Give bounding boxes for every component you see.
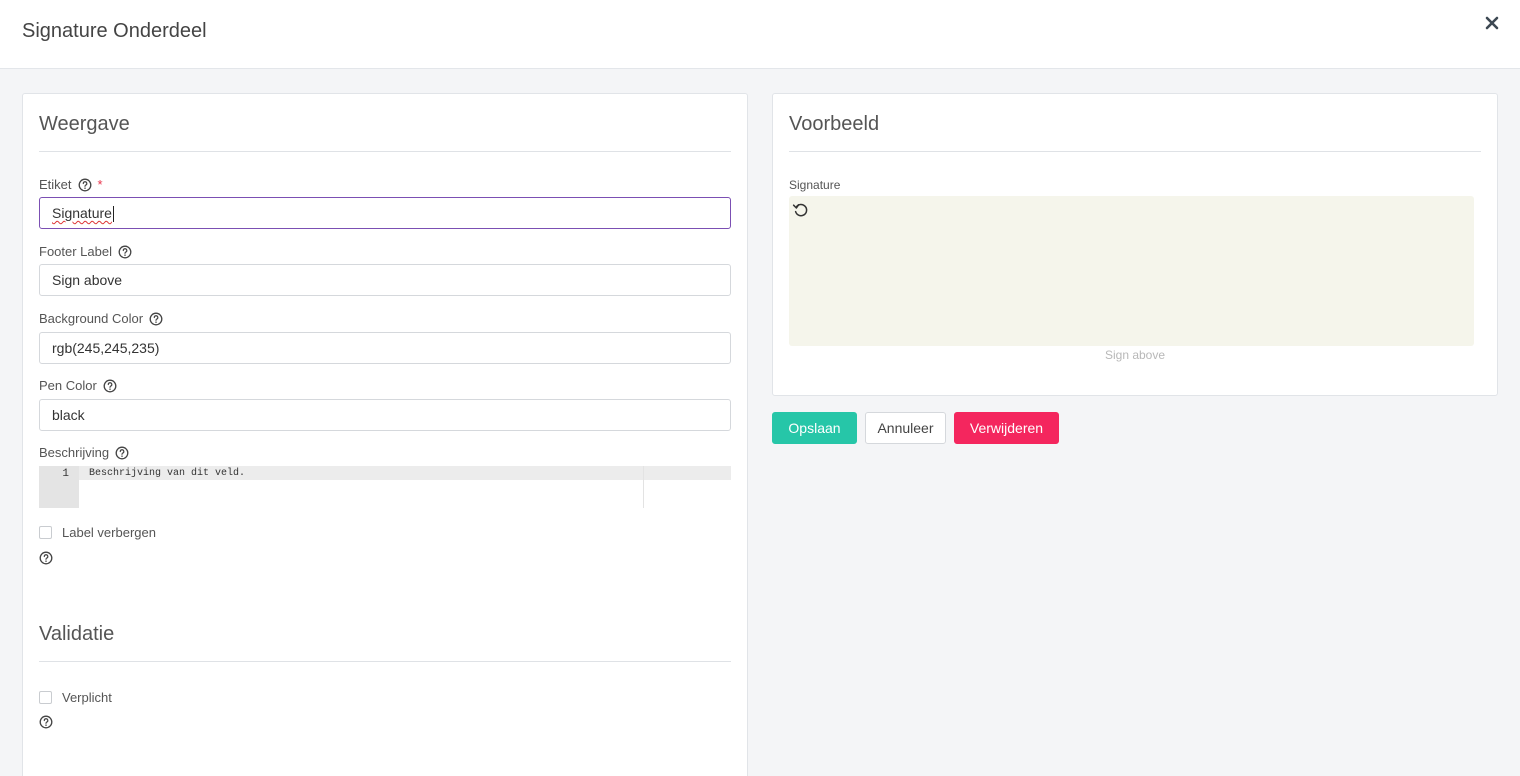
signature-pad[interactable]: [789, 196, 1474, 346]
footer-label-input[interactable]: Sign above: [39, 264, 731, 296]
text-caret: [112, 206, 114, 223]
footer-label-field-label: Footer Label: [39, 244, 132, 259]
signature-footer-text: Sign above: [1104, 348, 1166, 362]
code-line-number: 1: [62, 468, 69, 480]
section-divider: [39, 661, 731, 662]
help-icon[interactable]: [115, 446, 129, 460]
required-row: Verplicht: [39, 690, 112, 705]
label-field-label-text: Etiket: [39, 177, 72, 192]
description-field-label: Beschrijving: [39, 445, 129, 460]
preview-section-title: Voorbeeld: [789, 113, 880, 135]
reset-icon[interactable]: [791, 200, 811, 220]
description-field-label-text: Beschrijving: [39, 445, 110, 460]
help-icon[interactable]: [103, 379, 117, 393]
pen-color-field-label-text: Pen Color: [39, 378, 97, 393]
hide-label-checkbox[interactable]: [39, 526, 52, 539]
help-icon[interactable]: [78, 178, 92, 192]
code-gutter: 1: [39, 466, 79, 508]
display-section-title: Weergave: [39, 113, 130, 135]
delete-button[interactable]: Verwijderen: [954, 412, 1059, 444]
required-checkbox-label: Verplicht: [62, 690, 112, 705]
description-code-editor[interactable]: 1 Beschrijving van dit veld.: [39, 466, 731, 508]
cancel-button[interactable]: Annuleer: [865, 412, 946, 444]
section-divider: [789, 151, 1481, 152]
pen-color-input[interactable]: black: [39, 399, 731, 431]
footer-label-field-label-text: Footer Label: [39, 244, 112, 259]
help-icon[interactable]: [118, 245, 132, 259]
code-text[interactable]: Beschrijving van dit veld.: [89, 468, 245, 479]
hide-label-checkbox-label: Label verbergen: [62, 525, 156, 540]
close-icon[interactable]: [1481, 12, 1503, 34]
help-icon[interactable]: [39, 551, 53, 565]
background-color-field-label-text: Background Color: [39, 311, 144, 326]
modal-title: Signature Onderdeel: [22, 20, 207, 42]
pen-color-field-label: Pen Color: [39, 378, 117, 393]
modal-header: Signature Onderdeel: [0, 0, 1520, 69]
hide-label-row: Label verbergen: [39, 525, 156, 540]
save-button[interactable]: Opslaan: [772, 412, 857, 444]
label-field-label: Etiket *: [39, 177, 103, 192]
settings-panel: Weergave Etiket * Signature Footer Label…: [22, 93, 748, 776]
validation-section-title: Validatie: [39, 623, 115, 645]
preview-field-label: Signature: [789, 178, 841, 192]
label-input-value: Signature: [52, 205, 112, 221]
code-print-margin: [643, 466, 644, 508]
background-color-input[interactable]: rgb(245,245,235): [39, 332, 731, 364]
required-checkbox[interactable]: [39, 691, 52, 704]
label-input[interactable]: Signature: [39, 197, 731, 229]
required-marker: *: [97, 177, 103, 192]
preview-panel: Voorbeeld Signature Sign above: [772, 93, 1498, 396]
background-color-field-label: Background Color: [39, 311, 163, 326]
help-icon[interactable]: [149, 312, 163, 326]
section-divider: [39, 151, 731, 152]
help-icon[interactable]: [39, 715, 53, 729]
